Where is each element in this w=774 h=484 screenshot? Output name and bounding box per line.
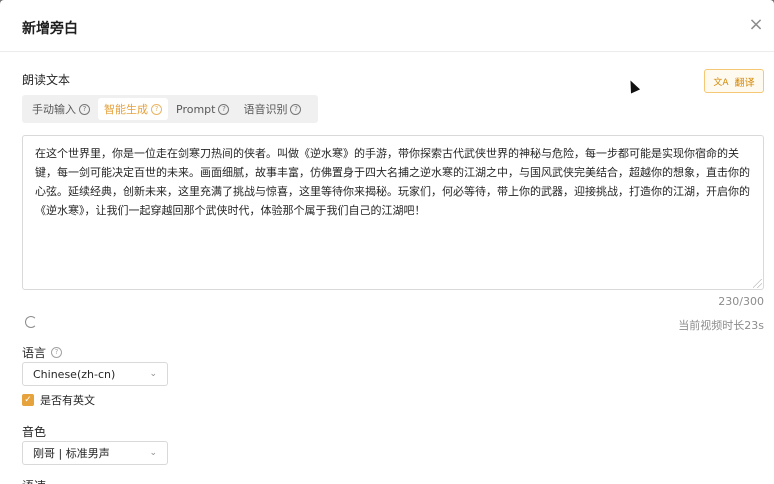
tab-prompt[interactable]: Prompt ? bbox=[170, 98, 235, 120]
dialog-title: 新增旁白 bbox=[22, 21, 78, 37]
input-mode-tabs: 手动输入 ? 智能生成 ? Prompt ? 语音识别 ? bbox=[22, 95, 318, 123]
voice-select[interactable]: 刚哥 | 标准男声 ⌄ bbox=[22, 441, 168, 465]
chevron-down-icon: ⌄ bbox=[149, 448, 157, 458]
help-icon: ? bbox=[151, 103, 162, 115]
language-selected-value: Chinese(zh-cn) bbox=[33, 367, 116, 381]
dialog-header: 新增旁白 × bbox=[0, 0, 774, 52]
translate-label: 翻译 bbox=[734, 77, 755, 89]
tab-manual-input[interactable]: 手动输入 ? bbox=[26, 98, 96, 120]
translate-button[interactable]: 文A 翻译 bbox=[704, 69, 764, 93]
tab-label: 智能生成 bbox=[104, 103, 148, 116]
tab-label: 手动输入 bbox=[32, 103, 76, 116]
has-english-label: 是否有英文 bbox=[40, 394, 95, 407]
has-english-checkbox[interactable]: ✓ bbox=[22, 394, 34, 406]
mouse-cursor-icon bbox=[625, 78, 641, 94]
language-label-text: 语言 bbox=[22, 346, 47, 360]
has-english-option[interactable]: ✓ 是否有英文 bbox=[22, 392, 95, 408]
video-duration-text: 当前视频时长23s bbox=[678, 319, 764, 332]
tab-speech-recognition[interactable]: 语音识别 ? bbox=[237, 98, 307, 120]
tab-smart-generate[interactable]: 智能生成 ? bbox=[98, 98, 168, 120]
refresh-icon[interactable] bbox=[25, 316, 37, 328]
help-icon: ? bbox=[51, 347, 63, 358]
help-icon: ? bbox=[290, 103, 302, 115]
narration-text-input[interactable]: 在这个世界里，你是一位走在剑寒刀热间的侠者。叫做《逆水寒》的手游，带你探索古代武… bbox=[22, 135, 764, 290]
tab-label: 语音识别 bbox=[243, 103, 288, 116]
text-section-label: 朗读文本 bbox=[22, 73, 71, 87]
chevron-down-icon: ⌄ bbox=[149, 369, 157, 379]
help-icon: ? bbox=[79, 103, 90, 115]
speed-label: 语速 bbox=[22, 477, 46, 484]
tab-label: Prompt bbox=[176, 102, 216, 116]
voice-selected-value: 刚哥 | 标准男声 bbox=[33, 447, 110, 460]
language-select[interactable]: Chinese(zh-cn) ⌄ bbox=[22, 362, 168, 386]
help-icon: ? bbox=[218, 103, 230, 115]
resize-handle-icon[interactable] bbox=[753, 279, 762, 288]
add-narration-dialog: 新增旁白 × 朗读文本 文A 翻译 手动输入 ? 智能生成 ? Prompt ?… bbox=[0, 0, 774, 484]
close-icon[interactable]: × bbox=[748, 16, 764, 34]
translate-icon: 文A bbox=[713, 77, 729, 88]
character-counter: 230/300 bbox=[718, 295, 764, 308]
language-label: 语言 ? bbox=[22, 344, 63, 361]
voice-label: 音色 bbox=[22, 425, 47, 439]
